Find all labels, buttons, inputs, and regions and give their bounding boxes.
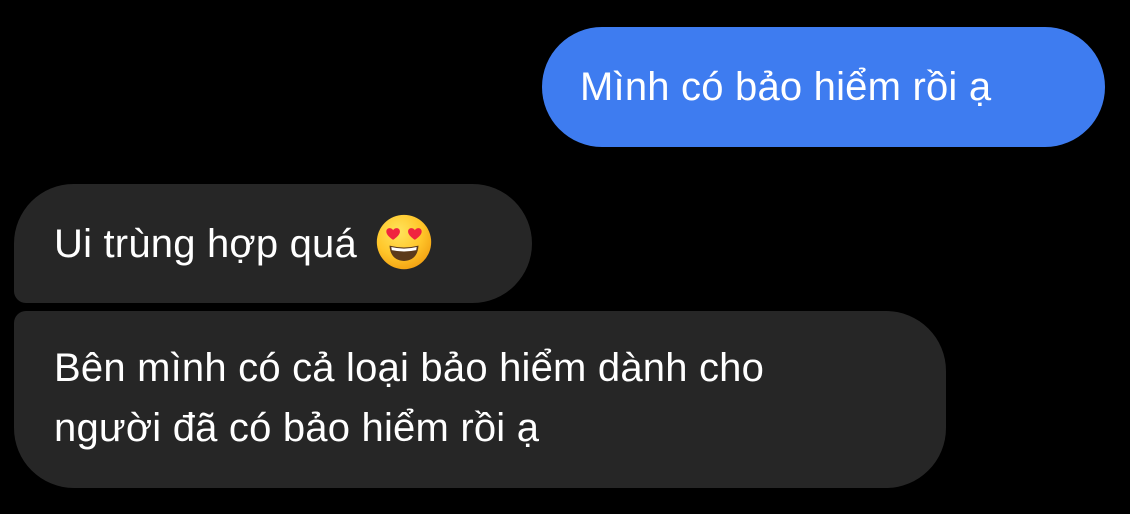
message-text-line: người đã có bảo hiểm rồi ạ: [54, 406, 540, 450]
chat-thread: Mình có bảo hiểm rồi ạ Ui trùng hợp quá …: [0, 0, 1130, 514]
message-text: Mình có bảo hiểm rồi ạ: [580, 65, 992, 109]
outgoing-message-bubble[interactable]: Mình có bảo hiểm rồi ạ: [542, 27, 1105, 147]
message-text: Ui trùng hợp quá: [54, 222, 357, 266]
message-text-row: Ui trùng hợp quá: [54, 215, 532, 272]
message-text-line: Bên mình có cả loại bảo hiểm dành cho: [54, 346, 765, 390]
heart-eyes-emoji-icon: [376, 215, 432, 270]
incoming-message-bubble[interactable]: Ui trùng hợp quá: [14, 184, 532, 303]
incoming-message-bubble[interactable]: Bên mình có cả loại bảo hiểm dành cho ng…: [14, 311, 946, 488]
